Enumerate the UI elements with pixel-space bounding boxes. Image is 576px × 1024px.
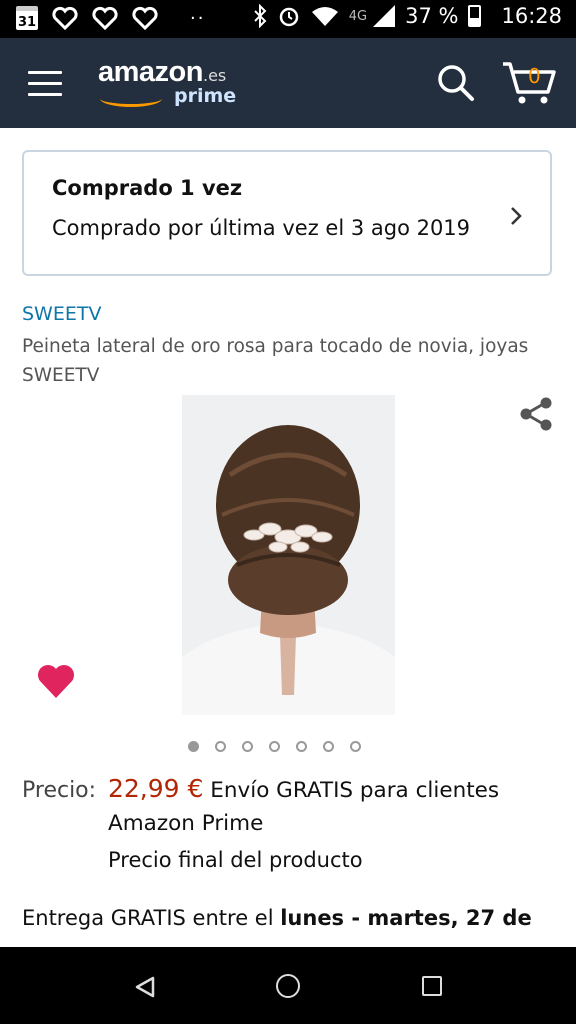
price-block: 22,99 € Envío GRATIS para clientes Amazo… bbox=[108, 772, 548, 840]
bluetooth-icon bbox=[254, 4, 267, 28]
status-bar: 31 ·· 4G 37 % 16:28 bbox=[0, 0, 576, 38]
alarm-icon bbox=[279, 7, 298, 27]
android-nav-bar bbox=[0, 947, 576, 1024]
product-image[interactable] bbox=[182, 395, 395, 715]
battery-percent: 37 % bbox=[405, 4, 459, 28]
heart-outline-icon bbox=[52, 6, 78, 30]
product-title: Peineta lateral de oro rosa para tocado … bbox=[22, 336, 529, 386]
carousel-dot[interactable] bbox=[242, 741, 253, 752]
cart-count-badge: 0 bbox=[528, 64, 541, 88]
carousel-dot[interactable] bbox=[188, 741, 199, 752]
battery-icon bbox=[468, 5, 482, 27]
app-header: amazon.es prime 0 bbox=[0, 38, 576, 128]
chevron-right-icon bbox=[511, 207, 522, 225]
delivery-dates: lunes - martes, 27 de bbox=[280, 906, 532, 930]
menu-icon[interactable] bbox=[28, 71, 62, 104]
more-dots-icon: ·· bbox=[190, 7, 206, 29]
share-icon[interactable] bbox=[518, 396, 554, 432]
carousel-dot[interactable] bbox=[350, 741, 361, 752]
delivery-info: Entrega GRATIS entre el lunes - martes, … bbox=[22, 906, 532, 930]
logo-text: amazon bbox=[98, 56, 203, 88]
heart-outline-icon bbox=[132, 6, 158, 30]
recent-apps-icon[interactable] bbox=[422, 976, 442, 996]
price-label: Precio: bbox=[22, 778, 97, 803]
brand-link[interactable]: SWEETV bbox=[22, 303, 101, 325]
wifi-icon bbox=[311, 7, 338, 26]
carousel-dot[interactable] bbox=[323, 741, 334, 752]
home-icon[interactable] bbox=[276, 974, 300, 998]
logo-suffix: .es bbox=[202, 66, 227, 85]
last-purchase-date: Comprado por última vez el 3 ago 2019 bbox=[52, 216, 471, 240]
price-value: 22,99 € bbox=[108, 774, 204, 803]
clock: 16:28 bbox=[501, 4, 562, 28]
logo-prime: prime bbox=[174, 85, 237, 107]
carousel-dot[interactable] bbox=[296, 741, 307, 752]
calendar-icon: 31 bbox=[16, 6, 38, 30]
logo-smile-icon bbox=[100, 90, 162, 107]
delivery-prefix: Entrega GRATIS entre el bbox=[22, 906, 281, 930]
search-icon[interactable] bbox=[436, 63, 476, 103]
signal-icon bbox=[373, 5, 396, 27]
carousel-dot[interactable] bbox=[215, 741, 226, 752]
final-price-note: Precio final del producto bbox=[108, 848, 363, 872]
heart-outline-icon bbox=[92, 6, 118, 30]
image-carousel-dots[interactable] bbox=[188, 741, 361, 752]
network-type: 4G bbox=[348, 8, 368, 24]
carousel-dot[interactable] bbox=[269, 741, 280, 752]
purchase-history-card[interactable]: Comprado 1 vez Comprado por última vez e… bbox=[22, 150, 552, 276]
back-icon[interactable] bbox=[134, 975, 156, 999]
purchase-count-title: Comprado 1 vez bbox=[52, 176, 243, 200]
heart-favorite-icon[interactable] bbox=[36, 662, 76, 700]
amazon-prime-logo[interactable]: amazon.es prime bbox=[98, 56, 236, 107]
